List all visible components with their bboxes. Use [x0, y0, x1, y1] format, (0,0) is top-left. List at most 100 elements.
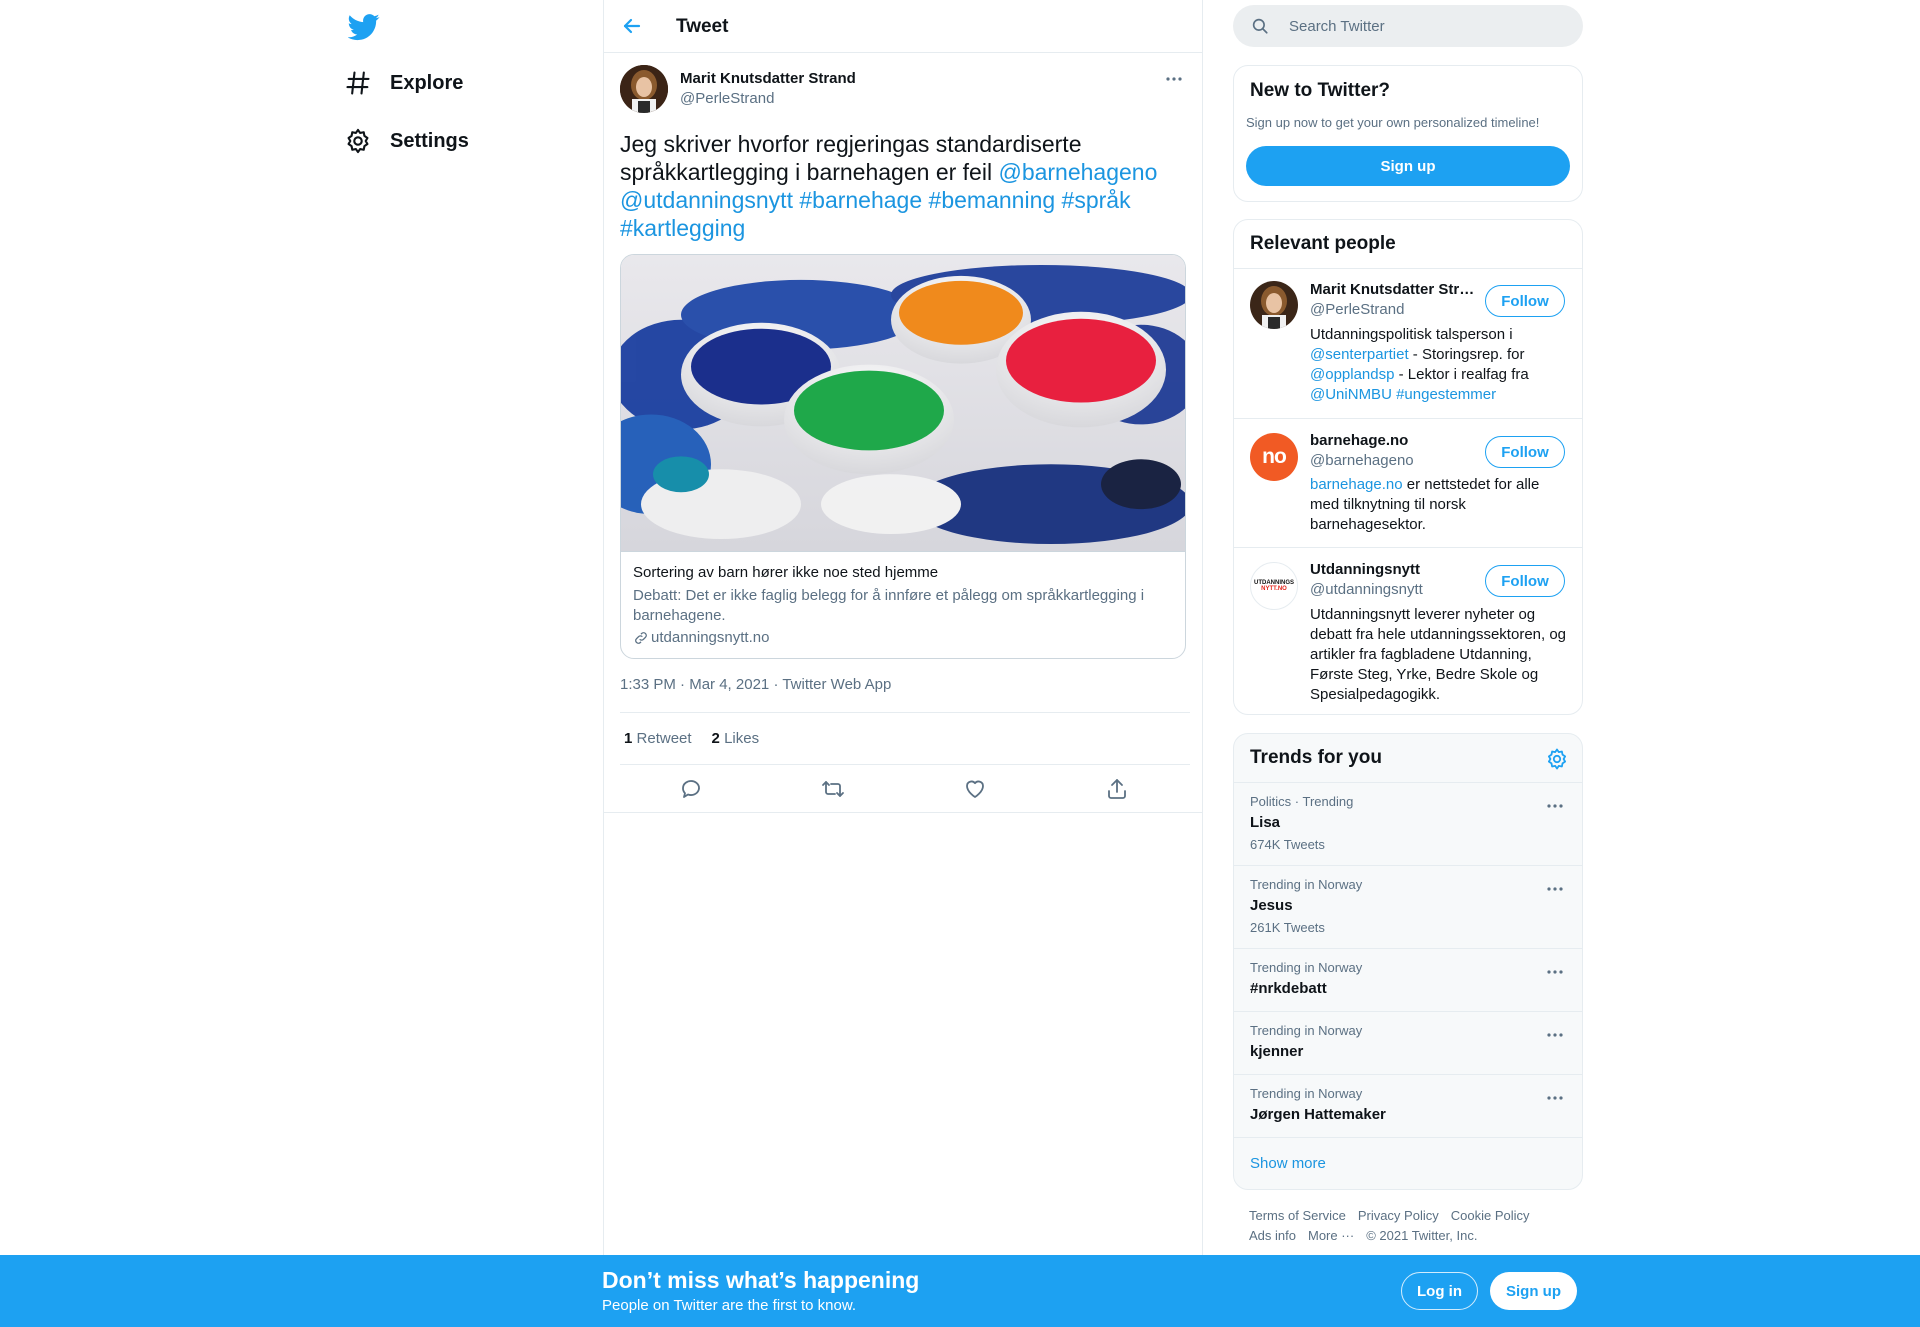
- avatar[interactable]: UTDANNINGS NYTT.NO: [1250, 562, 1298, 610]
- more-options-icon[interactable]: [1540, 1022, 1570, 1048]
- more-options-icon[interactable]: [1540, 876, 1570, 902]
- trend-context: Politics · Trending: [1250, 794, 1354, 809]
- more-options-icon[interactable]: [1540, 793, 1570, 819]
- search-input[interactable]: [1289, 15, 1559, 37]
- person-bio: Utdanningspolitisk talsperson i @senterp…: [1310, 325, 1572, 405]
- avatar-logo-text: no: [1262, 445, 1287, 468]
- trend-name: Lisa: [1250, 814, 1281, 831]
- bio-mention-link[interactable]: @senterpartiet: [1310, 346, 1409, 363]
- bio-text: Utdanningspolitisk talsperson i: [1310, 326, 1513, 343]
- tweet-timestamp: 1:33 PM · Mar 4, 2021 · Twitter Web App: [620, 676, 891, 693]
- person-card[interactable]: Marit Knutsdatter Strand @PerleStrand Fo…: [1234, 268, 1582, 418]
- avatar-image: [1250, 281, 1298, 329]
- follow-button[interactable]: Follow: [1485, 565, 1565, 597]
- tweet-actions: [604, 765, 1202, 813]
- trend-item[interactable]: Politics · Trending Lisa 674K Tweets: [1234, 782, 1582, 865]
- trend-item[interactable]: Trending in Norway #nrkdebatt: [1234, 948, 1582, 1011]
- tweet-time[interactable]: 1:33 PM: [620, 676, 676, 693]
- hashtag-icon: [346, 71, 370, 95]
- retweet-count: 1: [624, 730, 633, 747]
- retweet-stat[interactable]: 1 Retweet: [624, 730, 692, 747]
- footer-link[interactable]: Cookie Policy: [1451, 1208, 1530, 1223]
- gear-icon[interactable]: [1545, 747, 1569, 771]
- show-more-link[interactable]: Show more: [1234, 1137, 1582, 1189]
- more-options-icon[interactable]: [1159, 66, 1189, 92]
- mention-link[interactable]: @utdanningsnytt: [620, 187, 793, 213]
- likes-stat[interactable]: 2 Likes: [712, 730, 760, 747]
- card-domain-text: utdanningsnytt.no: [651, 629, 770, 646]
- sign-up-button[interactable]: Sign up: [1246, 146, 1570, 186]
- person-bio: barnehage.no er nettstedet for alle med …: [1310, 475, 1572, 535]
- gear-icon: [347, 128, 369, 154]
- avatar[interactable]: [1250, 281, 1298, 329]
- footer-link[interactable]: Terms of Service: [1249, 1208, 1346, 1223]
- trends-title: Trends for you: [1250, 747, 1382, 768]
- arrow-left-icon[interactable]: [620, 14, 644, 38]
- page-header: Tweet: [604, 0, 1202, 53]
- more-options-icon[interactable]: [1540, 1085, 1570, 1111]
- author-name[interactable]: Marit Knutsdatter Strand: [680, 70, 856, 87]
- person-handle[interactable]: @utdanningsnytt: [1310, 581, 1423, 598]
- search-icon: [1252, 18, 1268, 34]
- person-name[interactable]: barnehage.no: [1310, 432, 1480, 449]
- person-name[interactable]: Marit Knutsdatter Strand: [1310, 281, 1480, 298]
- trend-name: Jørgen Hattemaker: [1250, 1106, 1386, 1123]
- bio-hashtag-link[interactable]: #ungestemmer: [1396, 386, 1496, 403]
- page-title: Tweet: [676, 16, 729, 37]
- person-handle[interactable]: @PerleStrand: [1310, 301, 1404, 318]
- tweet-stats: 1 Retweet 2 Likes: [620, 712, 1190, 765]
- hashtag-link[interactable]: #kartlegging: [620, 215, 745, 241]
- separator: ·: [773, 676, 779, 693]
- tweet-date[interactable]: Mar 4, 2021: [689, 676, 769, 693]
- bio-link[interactable]: barnehage.no: [1310, 476, 1403, 493]
- bio-mention-link[interactable]: @UniNMBU: [1310, 386, 1392, 403]
- person-card[interactable]: no barnehage.no @barnehageno Follow barn…: [1234, 418, 1582, 547]
- trend-item[interactable]: Trending in Norway Jørgen Hattemaker: [1234, 1074, 1582, 1137]
- trend-context: Trending in Norway: [1250, 877, 1363, 892]
- avatar-logo-text: NYTT.NO: [1261, 586, 1287, 592]
- trend-item[interactable]: Trending in Norway kjenner: [1234, 1011, 1582, 1074]
- trend-count: 674K Tweets: [1250, 837, 1325, 852]
- follow-button[interactable]: Follow: [1485, 285, 1565, 317]
- bio-mention-link[interactable]: @opplandsp: [1310, 366, 1394, 383]
- tweet-text: Jeg skriver hvorfor regjeringas standard…: [620, 130, 1190, 242]
- nav-item-settings[interactable]: Settings: [344, 117, 469, 165]
- nav-item-explore[interactable]: Explore: [344, 59, 463, 107]
- trend-name: kjenner: [1250, 1043, 1304, 1060]
- sign-up-button[interactable]: Sign up: [1490, 1272, 1577, 1310]
- retweet-icon[interactable]: [821, 777, 845, 801]
- more-options-icon[interactable]: [1540, 959, 1570, 985]
- avatar[interactable]: no: [1250, 433, 1298, 481]
- search-box[interactable]: [1233, 5, 1583, 47]
- twitter-bird-icon[interactable]: [348, 11, 380, 43]
- card-domain: utdanningsnytt.no: [633, 629, 769, 646]
- trend-context: Trending in Norway: [1250, 960, 1363, 975]
- reply-icon[interactable]: [679, 777, 703, 801]
- person-name[interactable]: Utdanningsnytt: [1310, 561, 1480, 578]
- hashtag-link[interactable]: #barnehage: [799, 187, 922, 213]
- trend-context: Trending in Norway: [1250, 1086, 1363, 1101]
- footer-more-link[interactable]: More ···: [1308, 1228, 1354, 1243]
- author-avatar[interactable]: [620, 65, 668, 113]
- author-handle[interactable]: @PerleStrand: [680, 90, 774, 107]
- tweet-source[interactable]: Twitter Web App: [782, 676, 891, 693]
- relevant-people-title: Relevant people: [1250, 233, 1396, 254]
- hashtag-link[interactable]: #bemanning: [929, 187, 1056, 213]
- like-count: 2: [711, 730, 720, 747]
- person-card[interactable]: UTDANNINGS NYTT.NO Utdanningsnytt @utdan…: [1234, 547, 1582, 714]
- trend-item[interactable]: Trending in Norway Jesus 261K Tweets: [1234, 865, 1582, 948]
- share-icon[interactable]: [1105, 777, 1129, 801]
- mention-link[interactable]: @barnehageno: [998, 159, 1157, 185]
- log-in-button[interactable]: Log in: [1401, 1272, 1478, 1310]
- new-to-twitter-subtitle: Sign up now to get your own personalized…: [1246, 115, 1540, 130]
- likes-label: Likes: [724, 730, 760, 747]
- hashtag-link[interactable]: #språk: [1062, 187, 1131, 213]
- footer-link[interactable]: Ads info: [1249, 1228, 1296, 1243]
- like-icon[interactable]: [963, 777, 987, 801]
- follow-button[interactable]: Follow: [1485, 436, 1565, 468]
- footer-link[interactable]: Privacy Policy: [1358, 1208, 1439, 1223]
- person-handle[interactable]: @barnehageno: [1310, 452, 1414, 469]
- bio-text: - Storingsrep. for: [1408, 346, 1525, 363]
- link-card[interactable]: Sortering av barn hører ikke noe sted hj…: [620, 254, 1186, 659]
- trend-name: #nrkdebatt: [1250, 980, 1327, 997]
